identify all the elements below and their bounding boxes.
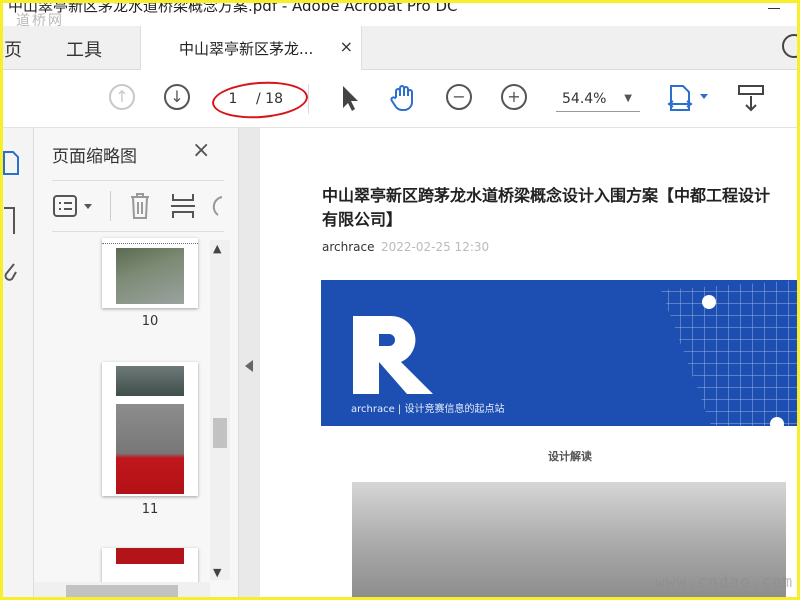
tab-document-label: 中山翠亭新区茅龙... [179,40,314,58]
banner-tagline: archrace | 设计竞赛信息的起点站 [351,404,505,415]
tab-tools[interactable]: 工具 [66,36,102,62]
panel-title: 页面缩略图 [52,147,137,167]
attachment-icon[interactable] [2,260,18,288]
post-datetime: 2022-02-25 12:30 [381,240,490,254]
author-name: archrace [322,240,375,254]
document-view[interactable]: 中山翠亭新区跨茅龙水道桥梁概念设计入围方案【中都工程设计 有限公司】 archr… [260,128,800,600]
title-bar: 中山翠亭新区茅龙水道桥梁概念方案.pdf - Adobe Acrobat Pro… [0,0,800,29]
archrace-logo [353,315,433,394]
panel-divider [110,191,111,221]
tab-bar: 主页 工具 中山翠亭新区茅龙... × [0,26,800,70]
page-thumbnails-icon[interactable] [2,150,20,176]
rotate-page-icon[interactable] [208,193,224,219]
scroll-mode-icon[interactable] [737,84,767,114]
zoom-level-value: 54.4% [562,91,607,107]
scroll-up-icon[interactable]: ▲ [213,242,221,255]
extract-page-icon[interactable] [170,191,196,221]
delete-page-icon[interactable] [128,191,152,221]
bridge-photo [116,248,184,304]
document-title-line-2: 有限公司】 [322,210,403,229]
document-title: 中山翠亭新区跨茅龙水道桥梁概念设计入围方案【中都工程设计 有限公司】 [322,184,800,232]
horizontal-scrollbar[interactable] [34,582,210,600]
aerial-photo [116,366,184,396]
thumbnail-options-icon[interactable] [52,193,98,219]
scroll-down-icon[interactable]: ▼ [213,566,221,579]
left-rail [0,128,34,600]
thumbnail-label: 10 [141,314,159,329]
chevron-down-icon: ▼ [624,93,632,104]
zoom-level-select[interactable]: 54.4% ▼ [556,88,640,112]
document-title-line-1: 中山翠亭新区跨茅龙水道桥梁概念设计入围方案【中都工程设计 [322,186,771,205]
zoom-out-icon[interactable]: − [446,84,472,110]
tab-home[interactable]: 主页 [0,36,22,62]
highlight-circle [210,78,310,122]
previous-page-icon[interactable]: ↑ [109,84,135,110]
collapse-panel-icon[interactable] [245,360,253,372]
thumbnail-page-12[interactable] [102,548,198,584]
bookmark-icon[interactable] [2,206,16,236]
section-label: 设计解读 [548,450,592,463]
thumbnail-panel: 页面缩略图 × 10 11 [34,128,238,600]
select-arrow-icon[interactable] [339,84,359,112]
tab-document[interactable]: 中山翠亭新区茅龙... × [140,26,362,70]
toolbar-divider [308,84,309,114]
minimize-button[interactable] [768,8,780,9]
grid-graphic [661,280,800,426]
next-page-icon[interactable]: ↓ [164,84,190,110]
thumbnail-list: 10 11 [52,234,212,584]
thumbnail-scrollbar[interactable]: ▲ ▼ [210,240,230,580]
tab-close-icon[interactable]: × [340,37,353,56]
thumbnail-page-10[interactable] [102,238,198,308]
hand-tool-icon[interactable] [389,83,419,113]
panel-splitter[interactable] [238,128,260,600]
thumbnail-page-11[interactable] [102,362,198,496]
archrace-banner: archrace | 设计竞赛信息的起点站 [321,280,800,426]
panel-toolbar [52,180,224,232]
scrollbar-thumb[interactable] [213,418,227,448]
panel-close-icon[interactable]: × [192,138,210,163]
page-fit-icon[interactable] [667,84,711,114]
help-icon[interactable] [782,34,800,58]
toolbar: ↑ ↓ 1 / 18 − + 54.4% ▼ [0,70,800,128]
window-title: 中山翠亭新区茅龙水道桥梁概念方案.pdf - Adobe Acrobat Pro… [8,0,458,15]
thumbnail-label: 11 [141,502,159,517]
watermark-bottom: www.cndao.com [655,572,794,591]
red-graphic [116,548,184,564]
page-text-lines [102,238,198,244]
red-bridge-photo [116,404,184,494]
horizontal-scrollbar-thumb[interactable] [66,585,178,597]
zoom-in-icon[interactable]: + [501,84,527,110]
